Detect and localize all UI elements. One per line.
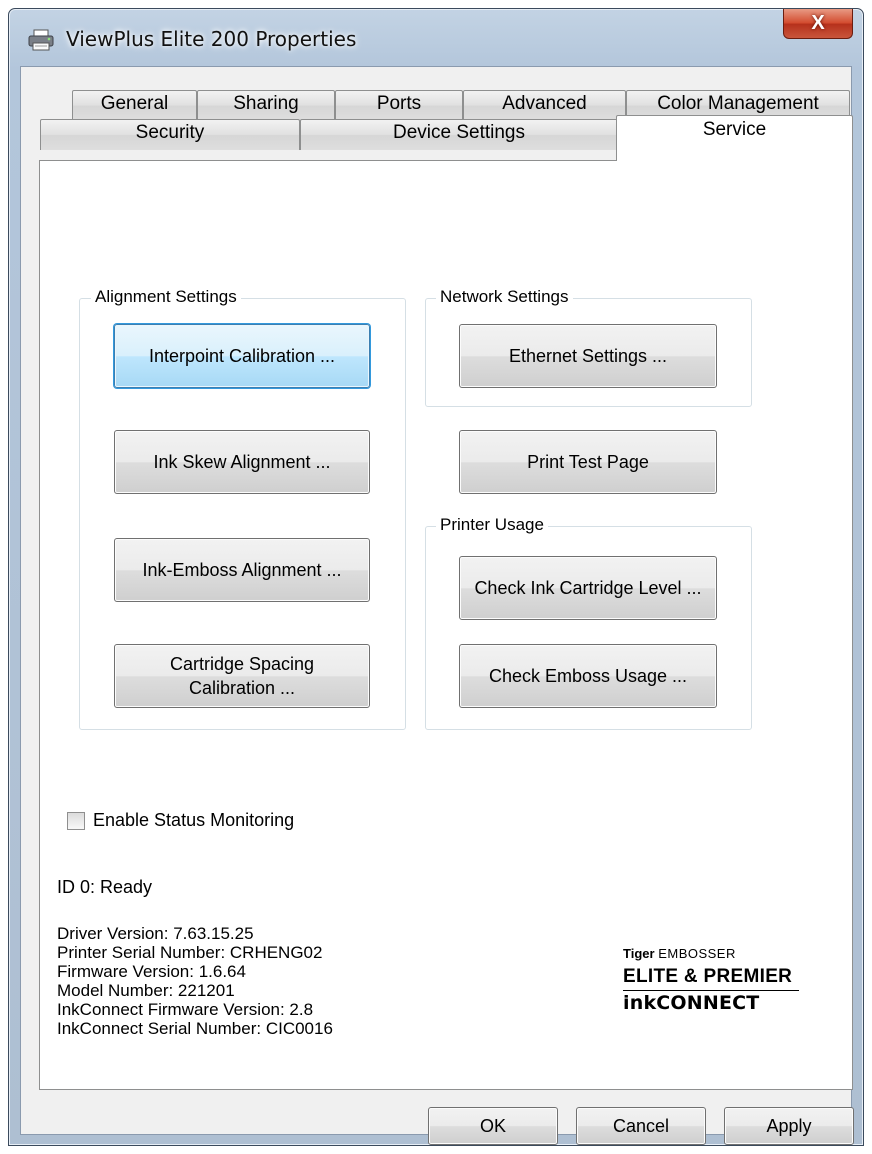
tab-label: Color Management [657,93,819,114]
ink-skew-alignment-button[interactable]: Ink Skew Alignment ... [114,430,370,494]
button-label: Ethernet Settings ... [508,346,668,366]
tab-security[interactable]: Security [40,119,300,150]
logo-embosser: EMBOSSER [658,946,736,961]
cartridge-spacing-calibration-button[interactable]: Cartridge Spacing Calibration ... [114,644,370,708]
button-label: Print Test Page [527,452,649,472]
window-title: ViewPlus Elite 200 Properties [66,27,357,51]
tab-sharing[interactable]: Sharing [197,90,335,120]
button-label: Cartridge Spacing Calibration ... [169,654,315,698]
apply-button[interactable]: Apply [724,1107,854,1145]
printer-status-text: ID 0: Ready [57,877,153,897]
button-label: Ink-Emboss Alignment ... [142,560,342,580]
firmware-version: Firmware Version: 1.6.64 [57,962,246,981]
logo-elite-premier: ELITE & PREMIER [623,966,793,987]
enable-status-monitoring-checkbox[interactable] [67,812,85,830]
tab-label: Security [135,122,205,143]
button-label: OK [479,1116,506,1136]
tab-service[interactable]: Service [616,115,853,161]
button-label: Ink Skew Alignment ... [153,452,331,472]
tab-device-settings[interactable]: Device Settings [300,119,618,150]
tab-label: Device Settings [392,122,525,143]
print-test-page-button[interactable]: Print Test Page [459,430,717,494]
driver-info-block: Driver Version: 7.63.15.25 Printer Seria… [57,924,333,1038]
printer-serial-number: Printer Serial Number: CRHENG02 [57,943,323,962]
printer-icon [27,29,55,51]
check-ink-cartridge-level-button[interactable]: Check Ink Cartridge Level ... [459,556,717,620]
dialog-client-area: General Sharing Ports Advanced Color Man… [20,66,854,1145]
inkconnect-serial-number: InkConnect Serial Number: CIC0016 [57,1019,333,1038]
close-icon: X [811,12,825,34]
enable-status-monitoring-label[interactable]: Enable Status Monitoring [93,810,294,831]
tab-ports[interactable]: Ports [335,90,463,120]
check-emboss-usage-button[interactable]: Check Emboss Usage ... [459,644,717,708]
ok-button[interactable]: OK [428,1107,558,1145]
tab-label: Sharing [233,93,299,114]
tab-label: General [100,93,169,114]
driver-version: Driver Version: 7.63.15.25 [57,924,254,943]
cancel-button[interactable]: Cancel [576,1107,706,1145]
alignment-settings-label: Alignment Settings [91,287,241,307]
tab-label: Ports [376,93,422,114]
model-number: Model Number: 221201 [57,981,235,1000]
button-label: Check Ink Cartridge Level ... [474,578,702,598]
tab-label: Service [702,119,767,140]
button-label: Apply [766,1116,812,1136]
ink-emboss-alignment-button[interactable]: Ink-Emboss Alignment ... [114,538,370,602]
inkconnect-firmware-version: InkConnect Firmware Version: 2.8 [57,1000,314,1019]
button-label: Cancel [612,1116,670,1136]
close-button[interactable]: X [783,9,853,39]
title-bar[interactable]: ViewPlus Elite 200 Properties X [9,9,863,67]
printer-usage-label: Printer Usage [436,515,548,535]
tab-advanced[interactable]: Advanced [463,90,626,120]
tab-label: Advanced [502,93,587,114]
tiger-embosser-logo: Tiger EMBOSSER ELITE & PREMIER inkCONNEC… [623,946,823,1015]
service-tab-panel: Alignment Settings Interpoint Calibratio… [39,160,853,1090]
network-settings-label: Network Settings [436,287,573,307]
button-label: Check Emboss Usage ... [488,666,688,686]
logo-inkconnect: inkCONNECT [623,992,760,1014]
properties-window: ViewPlus Elite 200 Properties X General … [8,8,864,1146]
ethernet-settings-button[interactable]: Ethernet Settings ... [459,324,717,388]
logo-tiger: Tiger [623,946,655,961]
interpoint-calibration-button[interactable]: Interpoint Calibration ... [114,324,370,388]
button-label: Interpoint Calibration ... [148,346,336,366]
tab-general[interactable]: General [72,90,197,120]
